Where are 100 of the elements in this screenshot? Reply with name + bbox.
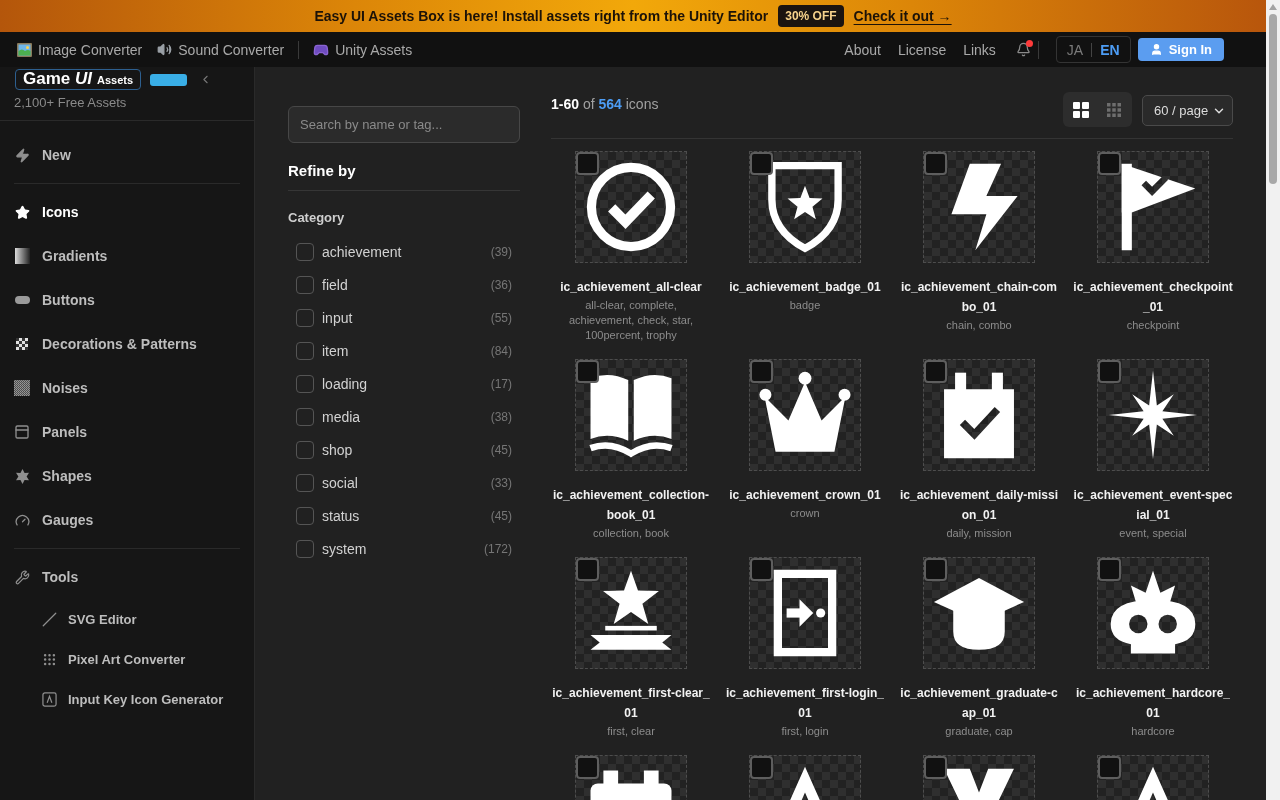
select-checkbox[interactable]: [1098, 558, 1121, 581]
icon-preview[interactable]: [749, 557, 861, 669]
select-checkbox[interactable]: [576, 152, 599, 175]
bell-icon[interactable]: [1015, 42, 1031, 57]
sidebar-item[interactable]: Gradients: [14, 234, 108, 278]
select-checkbox[interactable]: [576, 558, 599, 581]
category-label[interactable]: loading: [322, 375, 368, 392]
category-label[interactable]: achievement: [322, 243, 402, 260]
sidebar-item[interactable]: Icons: [14, 190, 79, 234]
sidebar-subitem[interactable]: Pixel Art Converter: [14, 639, 186, 679]
category-label[interactable]: social: [322, 474, 358, 491]
nav-link[interactable]: Sound Converter: [157, 41, 285, 58]
speaker-icon: [157, 42, 173, 57]
sidebar-item[interactable]: New: [14, 133, 71, 177]
category-label[interactable]: system: [322, 540, 367, 557]
refine-title: Refine by: [288, 161, 356, 181]
checkbox[interactable]: [296, 374, 314, 393]
category-label[interactable]: media: [322, 408, 361, 425]
checkbox[interactable]: [296, 473, 314, 492]
select-checkbox[interactable]: [924, 558, 947, 581]
nav-link[interactable]: Unity Assets: [313, 41, 413, 58]
category-label[interactable]: input: [322, 309, 353, 326]
icon-preview[interactable]: [575, 359, 687, 471]
scrollbar-thumb[interactable]: [1269, 14, 1277, 184]
select-checkbox[interactable]: [1098, 360, 1121, 383]
check-it-out-link[interactable]: Check it out →: [853, 8, 952, 24]
select-checkbox[interactable]: [750, 152, 773, 175]
category-title: Category: [288, 209, 345, 227]
sidebar-item[interactable]: Decorations & Patterns: [14, 322, 197, 366]
icon-preview[interactable]: [1097, 359, 1209, 471]
select-checkbox[interactable]: [750, 756, 773, 779]
category-label[interactable]: item: [322, 342, 349, 359]
sidebar-item[interactable]: Panels: [14, 410, 88, 454]
select-checkbox[interactable]: [750, 558, 773, 581]
icon-preview[interactable]: [1097, 557, 1209, 669]
select-checkbox[interactable]: [1098, 152, 1121, 175]
sidebar-subitem[interactable]: SVG Editor: [14, 599, 137, 639]
select-checkbox[interactable]: [924, 360, 947, 383]
nav-link[interactable]: License: [897, 41, 947, 58]
icon-name: ic_achievement_checkpoint_01: [1073, 279, 1233, 316]
sidebar-item[interactable]: Noises: [14, 366, 88, 410]
icon-preview[interactable]: [575, 557, 687, 669]
category-count: (33): [490, 475, 512, 490]
icon-tags: badge: [789, 298, 821, 313]
nav-link[interactable]: Image Converter: [17, 41, 143, 58]
checkbox[interactable]: [296, 341, 314, 360]
checkbox[interactable]: [296, 506, 314, 525]
logo-subtitle: Assets: [97, 74, 134, 87]
icon-preview[interactable]: [749, 359, 861, 471]
nav-link[interactable]: Links: [963, 41, 996, 58]
sidebar-item[interactable]: Gauges: [14, 498, 94, 542]
discount-badge: 30% OFF: [778, 5, 844, 27]
language-option[interactable]: JA: [1066, 41, 1084, 58]
icon-name: ic_achievement_all-clear: [560, 279, 702, 296]
select-checkbox[interactable]: [576, 360, 599, 383]
checkbox[interactable]: [296, 308, 314, 327]
logo[interactable]: Game UI Assets: [15, 69, 142, 90]
sidebar-item[interactable]: Shapes: [14, 454, 92, 498]
scroll-up-icon[interactable]: [1269, 4, 1277, 10]
checkbox[interactable]: [296, 407, 314, 426]
category-label[interactable]: field: [322, 276, 348, 293]
checkbox[interactable]: [296, 539, 314, 558]
icon-preview[interactable]: [923, 359, 1035, 471]
star-icon: [14, 204, 30, 220]
checkbox[interactable]: [296, 275, 314, 294]
icon-preview[interactable]: [923, 557, 1035, 669]
icon-name: ic_achievement_first-login_01: [725, 685, 885, 722]
starburst-icon: [14, 468, 30, 484]
icon-preview[interactable]: [749, 151, 861, 263]
sidebar-subitem[interactable]: Input Key Icon Generator: [14, 679, 224, 719]
page-size-select[interactable]: 60 / page: [1142, 95, 1233, 126]
icon-preview[interactable]: [575, 151, 687, 263]
icon-name: ic_achievement_hardcore_01: [1074, 685, 1232, 722]
checkbox[interactable]: [296, 440, 314, 459]
category-label[interactable]: shop: [322, 441, 353, 458]
icon-tags: first, clear: [607, 724, 655, 739]
icon-preview[interactable]: [923, 151, 1035, 263]
select-checkbox[interactable]: [924, 756, 947, 779]
scrollbar[interactable]: [1266, 0, 1280, 800]
search-field[interactable]: Search by name or tag...: [288, 106, 520, 143]
icon-preview[interactable]: [1097, 151, 1209, 263]
icon-tags: event, special: [1119, 526, 1187, 541]
select-checkbox[interactable]: [750, 360, 773, 383]
small-grid-icon: [1107, 102, 1121, 117]
language-option[interactable]: EN: [1100, 41, 1120, 58]
gauge-icon: [14, 512, 30, 528]
gradient-swatch-icon: [14, 248, 30, 264]
icon-tags: daily, mission: [946, 526, 1012, 541]
nav-link[interactable]: About: [844, 41, 881, 58]
icon-name: ic_achievement_badge_01: [729, 279, 881, 296]
category-count: (55): [490, 310, 512, 325]
category-label[interactable]: status: [322, 507, 360, 524]
checkbox[interactable]: [296, 242, 314, 261]
select-checkbox[interactable]: [576, 756, 599, 779]
icon-tags: crown: [790, 506, 820, 521]
select-checkbox[interactable]: [1098, 756, 1121, 779]
select-checkbox[interactable]: [924, 152, 947, 175]
sidebar-item[interactable]: Buttons: [14, 278, 95, 322]
sidebar-item[interactable]: Tools: [14, 555, 79, 599]
icon-name: ic_achievement_chain-combo_01: [899, 279, 1059, 316]
